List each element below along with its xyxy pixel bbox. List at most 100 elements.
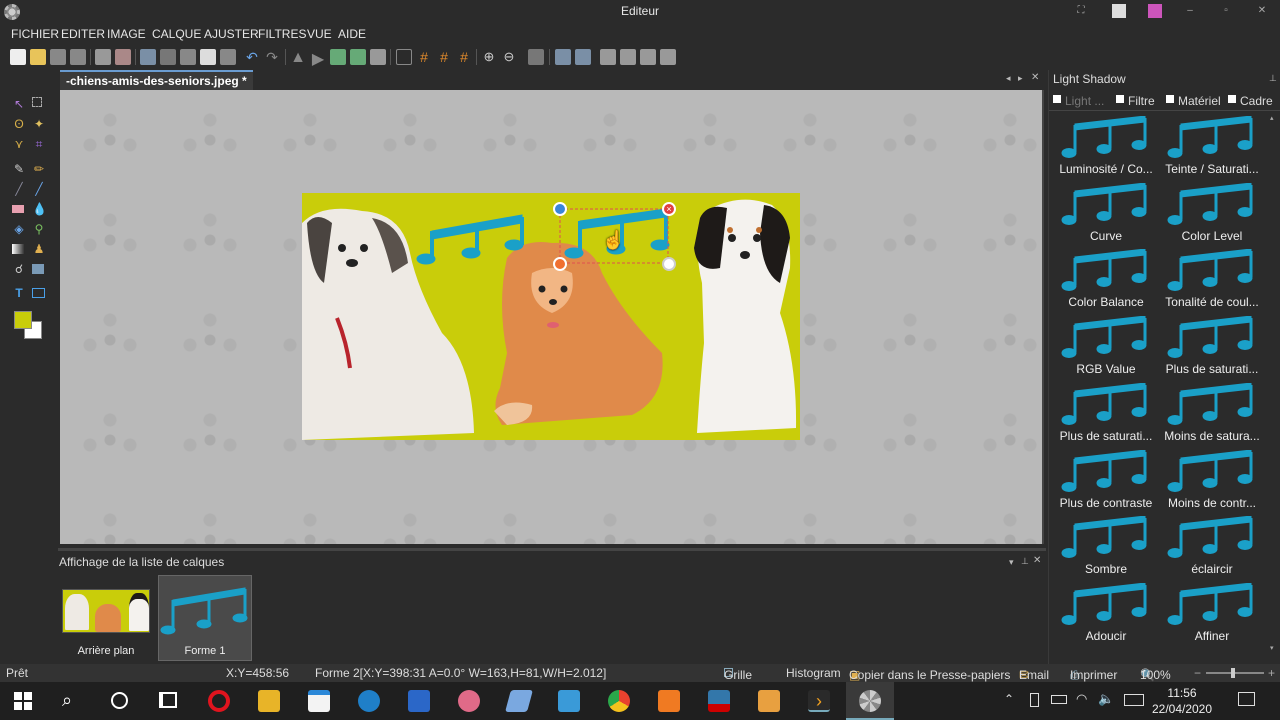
fullscreen-icon[interactable]: ⛶ [1074,4,1088,18]
transform-icon[interactable] [370,49,386,65]
move-tool-icon[interactable]: ↖ [12,97,26,111]
text-tool-icon[interactable]: T [12,286,26,300]
menu-ajuster[interactable]: AJUSTER [204,27,259,41]
minimize-icon[interactable]: – [1183,4,1197,18]
word-icon[interactable] [408,690,430,712]
align-center-icon[interactable] [620,49,636,65]
panel-dropdown-icon[interactable]: ▾ [1009,557,1014,568]
menu-vue[interactable]: VUE [307,27,332,41]
zoom-slider-thumb[interactable] [1231,668,1235,678]
effect-tile[interactable]: Luminosité / Co... [1053,115,1159,176]
crop-icon[interactable] [555,49,571,65]
search-icon[interactable]: ⌕ [62,690,72,711]
grid-icon[interactable] [396,49,412,65]
crop-tool-icon[interactable]: ⌗ [32,137,46,151]
fill-bucket-icon[interactable]: ◈ [12,222,26,236]
tab-light[interactable]: Light ... [1053,94,1104,108]
rect-select-icon[interactable] [32,97,42,107]
align-bottom-icon[interactable] [660,49,676,65]
recorder-icon[interactable] [708,690,730,712]
zoom-out-icon[interactable]: ⊖ [501,49,517,65]
effects-scrollbar[interactable]: ▴ ▾ [1269,114,1277,654]
effects-panel-pin-icon[interactable]: ⊥ [1269,73,1277,84]
undo-icon[interactable]: ↶ [244,49,260,65]
hash-grid-icon[interactable]: # [416,49,432,65]
pencil-icon[interactable]: ✏ [32,162,46,176]
tray-expand-icon[interactable]: ⌃ [1004,692,1014,706]
avast-icon[interactable] [658,690,680,712]
save-icon[interactable] [50,49,66,65]
menu-editer[interactable]: EDITER [61,27,105,41]
effect-tile[interactable]: RGB Value [1053,315,1159,376]
video-icon[interactable] [758,690,780,712]
splitter[interactable] [58,548,1046,551]
effect-tile[interactable]: Teinte / Saturati... [1159,115,1265,176]
rotate-right-icon[interactable] [350,49,366,65]
delete-handle-icon[interactable]: × [662,202,676,216]
align-left-icon[interactable] [600,49,616,65]
foreground-color-swatch[interactable] [14,311,32,329]
active-editor-taskbar-item[interactable] [846,682,894,720]
menu-calque[interactable]: CALQUE [152,27,201,41]
menu-fichier[interactable]: FICHIER [11,27,59,41]
menu-aide[interactable]: AIDE [338,27,366,41]
effect-tile[interactable]: Affiner [1159,582,1265,643]
effect-tile[interactable]: Tonalité de coul... [1159,248,1265,309]
effect-tile[interactable]: Curve [1053,182,1159,243]
scroll-up-icon[interactable]: ▴ [1270,114,1274,122]
device-icon[interactable] [1030,693,1039,707]
zoom-fit-icon[interactable] [528,49,544,65]
panel-icon[interactable] [1112,4,1126,18]
effect-tile[interactable]: Color Balance [1053,248,1159,309]
cut-icon[interactable] [160,49,176,65]
magic-wand-icon[interactable]: ✦ [32,117,46,131]
layer-label-background[interactable]: Arrière plan [60,645,152,657]
resize-icon[interactable] [575,49,591,65]
effect-tile[interactable]: Color Level [1159,182,1265,243]
rotate-left-icon[interactable] [330,49,346,65]
lasso-icon[interactable]: ʘ [12,117,26,131]
plex-icon[interactable]: › [808,690,830,712]
effect-tile[interactable]: Moins de contr... [1159,448,1265,510]
paste-icon[interactable] [200,49,216,65]
window-app-icon[interactable] [558,690,580,712]
chrome-icon[interactable] [608,690,630,712]
close-icon[interactable]: ✕ [1255,4,1269,18]
tab-scroll-right-icon[interactable]: ▸ [1018,73,1023,84]
taskbar-clock[interactable]: 11:56 22/04/2020 [1142,685,1222,717]
pen-icon[interactable]: ✎ [12,162,26,176]
effect-tile[interactable]: éclaircir [1159,515,1265,576]
smudge-icon[interactable]: ☌ [12,262,26,276]
layer-item-forme-1[interactable]: Forme 1 [158,575,252,661]
document-tab[interactable]: -chiens-amis-des-seniors.jpeg * [60,70,253,90]
effect-tile[interactable]: Plus de contraste [1053,448,1159,510]
tab-close-icon[interactable]: ✕ [1031,72,1039,83]
battery-icon[interactable] [1051,695,1067,704]
new-file-icon[interactable] [10,49,26,65]
menu-filtres[interactable]: FILTRES [258,27,306,41]
copy-icon[interactable] [180,49,196,65]
theme-icon[interactable] [1148,4,1162,18]
image-canvas[interactable] [302,193,800,440]
open-folder-icon[interactable] [30,49,46,65]
scroll-down-icon[interactable]: ▾ [1270,644,1274,652]
shape-tool-icon[interactable] [32,288,45,298]
panel-pin-icon[interactable]: ⊥ [1021,556,1029,567]
task-view-icon[interactable] [159,692,177,708]
cortana-icon[interactable] [111,692,128,709]
file-explorer-icon[interactable] [258,690,280,712]
save-as-icon[interactable] [70,49,86,65]
line-tool-icon[interactable]: ╱ [12,182,26,196]
effect-tile[interactable]: Plus de saturati... [1053,382,1159,443]
redo-icon[interactable]: ↷ [264,49,280,65]
histogram-button[interactable]: Histogram [786,666,841,680]
effect-tile[interactable]: Adoucir [1053,582,1159,643]
polygon-lasso-icon[interactable]: ⋎ [12,137,26,151]
panel-close-icon[interactable]: ✕ [1033,555,1041,566]
zoom-in-icon[interactable]: ⊕ [481,49,497,65]
eraser-icon[interactable] [12,205,24,213]
musescore-icon[interactable] [358,690,380,712]
image-tool-icon[interactable] [32,264,44,274]
hash-grid-2-icon[interactable]: # [436,49,452,65]
effect-tile[interactable]: Moins de satura... [1159,382,1265,443]
